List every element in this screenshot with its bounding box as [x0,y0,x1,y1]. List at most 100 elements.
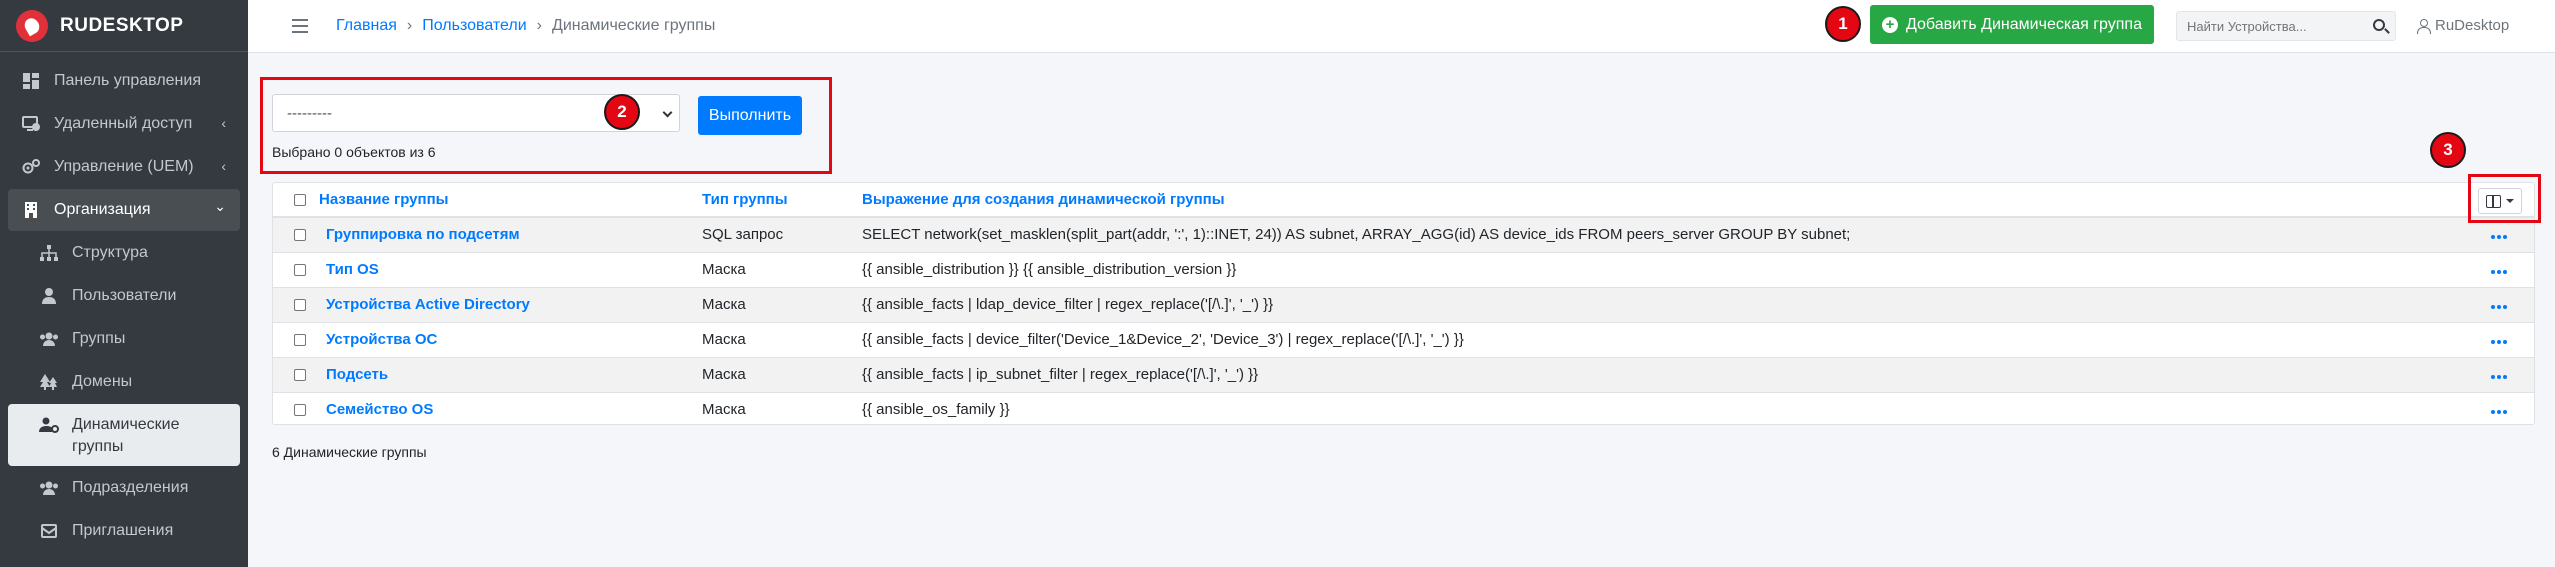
row-checkbox[interactable] [294,229,306,242]
group-name-link[interactable]: Семейство OS [326,401,433,418]
sidebar-item-organization[interactable]: Организация ⌄ [8,189,240,231]
sidebar-item-label: Домены [72,373,133,390]
group-type: Маска [702,356,862,392]
group-type: Маска [702,321,862,357]
brand[interactable]: RUDESKTOP [0,0,248,52]
sidebar-item-structure[interactable]: Структура [8,232,240,274]
more-actions-icon[interactable] [2491,305,2507,309]
sidebar-item-remote-access[interactable]: Удаленный доступ ‹ [8,103,240,145]
breadcrumb: Главная › Пользователи › Динамические гр… [336,17,715,35]
sidebar-item-label: Структура [72,244,148,261]
row-checkbox[interactable] [294,299,306,312]
sidebar-item-users[interactable]: Пользователи [8,275,240,317]
sidebar-nav: Панель управления Удаленный доступ ‹ Упр… [0,52,248,561]
dynamic-groups-table: Название группы Тип группы Выражение для… [273,183,2534,427]
group-name-link[interactable]: Тип OS [326,261,379,278]
column-header-name[interactable]: Название группы [319,183,702,218]
group-name-link[interactable]: Устройства Active Directory [326,296,530,313]
sitemap-icon [38,244,60,262]
more-actions-icon[interactable] [2491,270,2507,274]
group-type: Маска [702,391,862,427]
sidebar-item-label: Группы [72,330,126,347]
column-header-type[interactable]: Тип группы [702,183,862,218]
sidebar-submenu: Структура Пользователи Группы Домены Дин… [8,232,240,552]
sidebar-item-departments[interactable]: Подразделения [8,467,240,509]
sidebar-item-label: Панель управления [54,72,201,89]
more-actions-icon[interactable] [2491,410,2507,415]
group-type: Маска [702,286,862,322]
group-expression: {{ ansible_facts | device_filter('Device… [862,321,2464,357]
annotation-box-2 [260,77,832,174]
more-actions-icon[interactable] [2491,375,2507,379]
table-header-row: Название группы Тип группы Выражение для… [273,183,2534,218]
table-row: Группировка по подсетям SQL запрос SELEC… [273,216,2534,252]
group-name-link[interactable]: Группировка по подсетям [326,226,520,243]
group-type: Маска [702,251,862,287]
add-dynamic-group-button[interactable]: + Добавить Динамическая группа [1870,5,2154,44]
group-expression: {{ ansible_facts | ip_subnet_filter | re… [862,356,2464,392]
dynamic-groups-table-card: Название группы Тип группы Выражение для… [272,182,2535,427]
table-row: Устройства ОС Маска {{ ansible_facts | d… [273,321,2534,357]
user-icon [2417,18,2431,34]
select-all-checkbox[interactable] [294,194,306,207]
sidebar-item-invitations[interactable]: Приглашения [8,510,240,552]
add-dynamic-group-label: Добавить Динамическая группа [1906,15,2142,33]
breadcrumb-separator: › [536,17,542,34]
breadcrumb-home-link[interactable]: Главная [336,17,397,35]
users-icon [38,330,60,348]
group-name-link[interactable]: Устройства ОС [326,331,437,348]
search-input[interactable] [2177,18,2357,34]
breadcrumb-users-link[interactable]: Пользователи [422,17,526,35]
annotation-box-3 [2468,174,2541,223]
column-header-expression[interactable]: Выражение для создания динамической груп… [862,183,2464,218]
group-name-link[interactable]: Подсеть [326,366,388,383]
plus-circle-icon: + [1882,16,1898,33]
sidebar-item-domains[interactable]: Домены [8,361,240,403]
sidebar-item-label: Управление (UEM) [54,158,194,175]
user-icon [38,287,60,305]
sidebar-item-label: Удаленный доступ [54,115,193,132]
sidebar-item-groups[interactable]: Группы [8,318,240,360]
device-search [2176,11,2396,41]
building-icon [20,201,42,219]
settings-gears-icon [20,158,42,176]
group-type: SQL запрос [702,216,862,252]
users-icon [38,479,60,497]
group-expression: SELECT network(set_masklen(split_part(ad… [862,216,2464,252]
sidebar-item-label: Динамические группы [72,416,180,455]
user-name: RuDesktop [2435,17,2510,34]
search-icon[interactable] [2373,19,2385,31]
chevron-left-icon: ‹ [221,115,226,131]
menu-toggle-icon[interactable] [292,19,308,33]
total-count-text: 6 Динамические группы [272,444,427,460]
table-row: Подсеть Маска {{ ansible_facts | ip_subn… [273,356,2534,392]
row-checkbox[interactable] [294,334,306,347]
row-checkbox[interactable] [294,264,306,277]
user-cog-icon [38,416,60,434]
sidebar: RUDESKTOP Панель управления Удаленный до… [0,0,248,567]
chevron-down-icon: ⌄ [214,198,226,214]
remote-access-icon [20,115,42,133]
more-actions-icon[interactable] [2491,235,2507,240]
sidebar-item-label: Организация [54,201,151,218]
invite-icon [38,522,60,540]
row-checkbox[interactable] [294,404,306,417]
brand-name: RUDESKTOP [60,14,184,36]
more-actions-icon[interactable] [2491,340,2507,344]
brand-logo-icon [16,9,48,42]
user-menu[interactable]: RuDesktop [2417,17,2509,34]
table-row: Устройства Active Directory Маска {{ ans… [273,286,2534,322]
dashboard-icon [20,72,42,90]
table-row: Тип OS Маска {{ ansible_distribution }} … [273,251,2534,287]
annotation-marker-3: 3 [2430,132,2466,168]
sidebar-item-uem[interactable]: Управление (UEM) ‹ [8,146,240,188]
sidebar-item-label: Пользователи [72,287,177,304]
sidebar-item-label: Приглашения [72,522,174,539]
row-checkbox[interactable] [294,369,306,382]
group-expression: {{ ansible_facts | ldap_device_filter | … [862,286,2464,322]
annotation-marker-1: 1 [1825,6,1861,42]
breadcrumb-current: Динамические группы [552,17,716,34]
sidebar-item-dashboard[interactable]: Панель управления [8,60,240,102]
breadcrumb-separator: › [406,17,413,34]
sidebar-item-dynamic-groups[interactable]: Динамические группы [8,404,240,466]
